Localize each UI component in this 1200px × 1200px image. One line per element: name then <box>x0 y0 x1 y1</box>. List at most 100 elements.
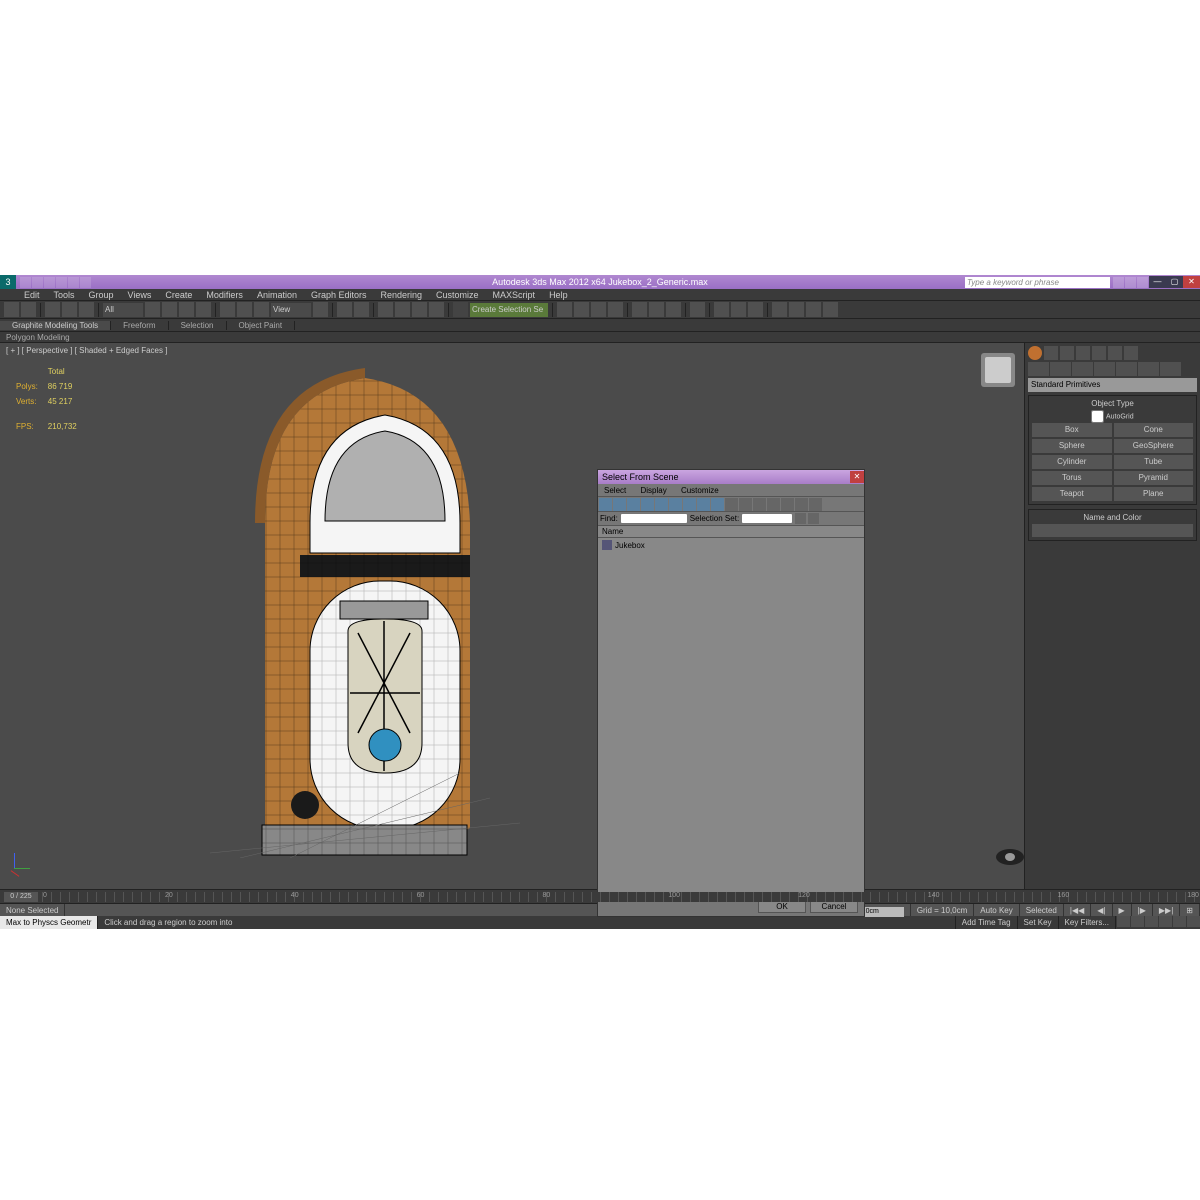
tool-icon[interactable] <box>789 302 804 317</box>
filter-icon[interactable] <box>753 498 766 511</box>
subscription-icon[interactable] <box>1125 277 1136 288</box>
rotate-icon[interactable] <box>237 302 252 317</box>
z-coord-input[interactable] <box>860 907 904 917</box>
menu-edit[interactable]: Edit <box>24 290 40 300</box>
help-search-input[interactable]: Type a keyword or phrase <box>965 277 1110 288</box>
cp-tool-icon[interactable] <box>1060 346 1074 360</box>
primitive-button[interactable]: GeoSphere <box>1114 439 1194 453</box>
filter-icon[interactable] <box>683 498 696 511</box>
keymode-dropdown[interactable]: Selected <box>1020 904 1064 917</box>
select-region-icon[interactable] <box>179 302 194 317</box>
primitive-button[interactable]: Cone <box>1114 423 1194 437</box>
qat-icon[interactable] <box>32 277 43 288</box>
render-setup-icon[interactable] <box>714 302 729 317</box>
manipulate-icon[interactable] <box>337 302 352 317</box>
nav-fov-icon[interactable] <box>1159 916 1172 927</box>
filter-icon[interactable] <box>697 498 710 511</box>
layers-icon[interactable] <box>591 302 606 317</box>
filter-icon[interactable] <box>613 498 626 511</box>
menu-tools[interactable]: Tools <box>54 290 75 300</box>
menu-group[interactable]: Group <box>89 290 114 300</box>
move-icon[interactable] <box>220 302 235 317</box>
dialog-menu-display[interactable]: Display <box>640 486 666 495</box>
primitive-button[interactable]: Tube <box>1114 455 1194 469</box>
cp-tool-icon[interactable] <box>1044 346 1058 360</box>
nav-zoom-extents-icon[interactable] <box>1145 916 1158 927</box>
filter-icon[interactable] <box>809 498 822 511</box>
qat-icon[interactable] <box>68 277 79 288</box>
primitive-category-dropdown[interactable]: Standard Primitives <box>1028 378 1197 392</box>
menu-help[interactable]: Help <box>549 290 568 300</box>
autokey-button[interactable]: Auto Key <box>974 904 1019 917</box>
nav-icon[interactable]: ⊞ <box>1180 904 1200 917</box>
timeline-track[interactable]: 02040 6080100 120140160 180 <box>42 892 1200 902</box>
list-item[interactable]: Jukebox <box>602 540 860 550</box>
select-by-name-icon[interactable] <box>162 302 177 317</box>
filter-icon[interactable] <box>641 498 654 511</box>
primitive-button[interactable]: Pyramid <box>1114 471 1194 485</box>
play-end-icon[interactable]: ▶▶| <box>1153 904 1180 917</box>
hierarchy-tab-icon[interactable] <box>1072 362 1093 376</box>
ribbon-tab[interactable]: Selection <box>169 321 227 330</box>
layer-manager-icon[interactable] <box>608 302 623 317</box>
tool-icon[interactable] <box>808 513 819 524</box>
selection-set-input[interactable] <box>741 513 793 524</box>
qat-icon[interactable] <box>20 277 31 288</box>
viewport[interactable]: [ + ] [ Perspective ] [ Shaded + Edged F… <box>0 343 1200 889</box>
filter-icon[interactable] <box>725 498 738 511</box>
time-slider-handle[interactable]: 0 / 225 <box>4 892 38 902</box>
animation-key-icon[interactable] <box>996 849 1024 865</box>
menu-customize[interactable]: Customize <box>436 290 479 300</box>
maxscript-listener[interactable]: Max to Physcs Geometr <box>0 916 98 929</box>
primitive-button[interactable]: Plane <box>1114 487 1194 501</box>
qat-icon[interactable] <box>44 277 55 288</box>
snap-percent-icon[interactable] <box>412 302 427 317</box>
menu-grapheditors[interactable]: Graph Editors <box>311 290 367 300</box>
redo-icon[interactable] <box>21 302 36 317</box>
create-tab-icon[interactable] <box>1028 362 1049 376</box>
filter-icon[interactable] <box>655 498 668 511</box>
qat-icon[interactable] <box>56 277 67 288</box>
dialog-close-button[interactable]: ✕ <box>850 471 864 483</box>
primitive-button[interactable]: Box <box>1032 423 1112 437</box>
menu-views[interactable]: Views <box>128 290 152 300</box>
lighting-analysis-icon[interactable] <box>772 302 787 317</box>
unlink-icon[interactable] <box>62 302 77 317</box>
qat-icon[interactable] <box>80 277 91 288</box>
ribbon-toggle-icon[interactable] <box>632 302 647 317</box>
nav-orbit-icon[interactable] <box>1173 916 1186 927</box>
filter-icon[interactable] <box>767 498 780 511</box>
find-input[interactable] <box>620 513 688 524</box>
maximize-button[interactable]: ▢ <box>1166 276 1183 288</box>
close-button[interactable]: ✕ <box>1183 276 1200 288</box>
mirror-icon[interactable] <box>557 302 572 317</box>
cp-tool-icon[interactable] <box>1124 346 1138 360</box>
nav-maximize-icon[interactable] <box>1187 916 1200 927</box>
menu-maxscript[interactable]: MAXScript <box>493 290 536 300</box>
viewcube-icon[interactable] <box>981 353 1015 387</box>
cp-tool-icon[interactable] <box>1076 346 1090 360</box>
primitive-button[interactable]: Cylinder <box>1032 455 1112 469</box>
setkey-button[interactable]: Set Key <box>1018 916 1059 929</box>
viewport-label[interactable]: [ + ] [ Perspective ] [ Shaded + Edged F… <box>6 346 167 355</box>
dialog-titlebar[interactable]: Select From Scene ✕ <box>598 470 864 484</box>
filter-icon[interactable] <box>627 498 640 511</box>
scale-icon[interactable] <box>254 302 269 317</box>
scene-object-list[interactable]: Jukebox <box>598 538 864 894</box>
link-icon[interactable] <box>45 302 60 317</box>
dialog-menu-select[interactable]: Select <box>604 486 626 495</box>
help-icon[interactable] <box>1137 277 1148 288</box>
cp-tab-icon[interactable] <box>1160 362 1181 376</box>
search-icon[interactable] <box>1113 277 1124 288</box>
color-swatch[interactable] <box>1032 524 1193 537</box>
play-prev-icon[interactable]: ◀| <box>1091 904 1112 917</box>
tool-icon[interactable] <box>795 513 806 524</box>
spinner-snap-icon[interactable] <box>429 302 444 317</box>
menu-rendering[interactable]: Rendering <box>381 290 423 300</box>
snap-angle-icon[interactable] <box>395 302 410 317</box>
rendered-frame-icon[interactable] <box>731 302 746 317</box>
curve-editor-icon[interactable] <box>649 302 664 317</box>
nav-zoom-icon[interactable] <box>1131 916 1144 927</box>
named-selection-dropdown[interactable]: Create Selection Se <box>470 303 548 317</box>
schematic-view-icon[interactable] <box>666 302 681 317</box>
